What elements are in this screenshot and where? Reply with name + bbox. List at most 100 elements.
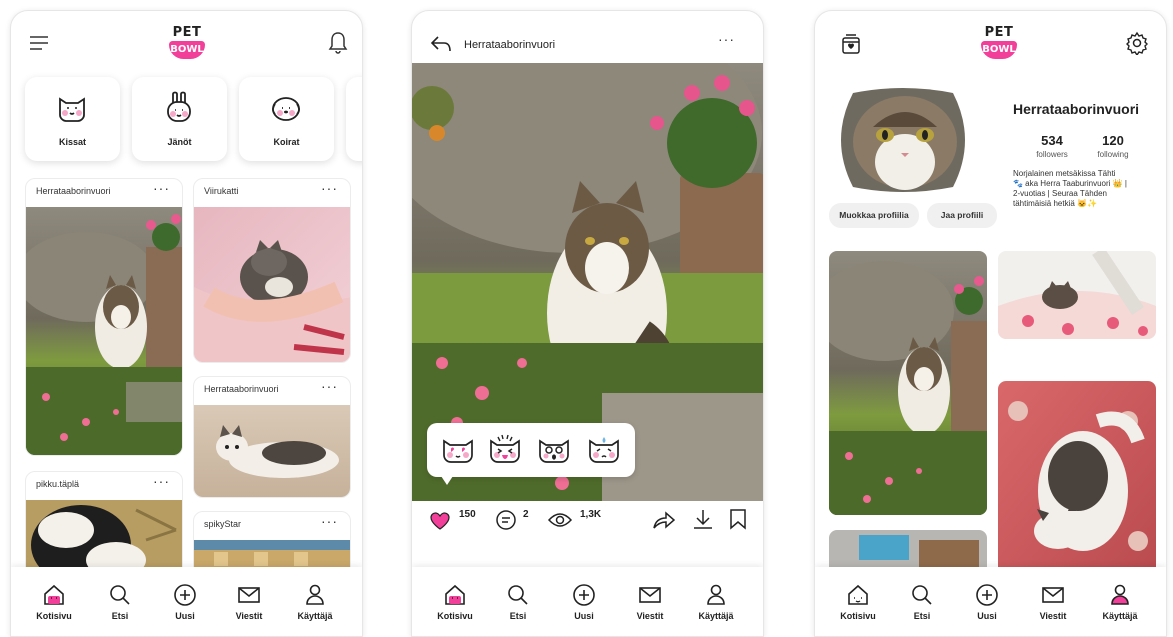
bottom-nav: Kotisivu Etsi Uusi Viestit Käyttäjä [815,567,1166,636]
sad-cat-icon[interactable] [587,433,621,465]
post-username[interactable]: Herrataaborinvuori [464,39,555,51]
post-username[interactable]: Viirukatti [204,186,238,196]
profile-screen: PET BOWL Herrataaborinvuori 534 followers… [814,10,1167,637]
following-count[interactable]: 120 [1083,133,1143,148]
nav-new[interactable]: Uusi [155,583,215,621]
edit-profile-button[interactable]: Muokkaa profiilia [829,203,919,228]
home-icon [44,584,64,605]
following-label[interactable]: following [1083,150,1143,159]
nav-label: Etsi [111,611,129,621]
nav-label: Viestit [235,611,263,621]
bio-line: tähtimäisiä hetkiä 🐱✨ [1013,199,1097,208]
settings-gear-icon[interactable] [1125,31,1149,55]
followers-label[interactable]: followers [1022,150,1082,159]
bookmark-icon[interactable] [728,508,748,530]
heart-icon[interactable] [429,511,451,531]
eye-icon [547,513,573,527]
profile-grid-photo[interactable] [998,251,1156,339]
more-options-icon[interactable]: ··· [153,180,170,196]
more-options-icon[interactable]: ··· [153,473,170,489]
bottom-nav: Kotisivu Etsi Uusi Viestit Käyttäjä [412,567,763,636]
followers-count[interactable]: 534 [1022,133,1082,148]
nav-home[interactable]: Kotisivu [24,583,84,621]
nav-search[interactable]: Etsi [90,583,150,621]
nav-label: Uusi [977,611,997,621]
view-count: 1,3K [580,509,602,520]
nav-user[interactable]: Käyttäjä [1090,583,1150,621]
feed-post[interactable]: Herrataaborinvuori ··· [25,178,183,456]
more-options-icon[interactable]: ··· [321,378,338,394]
profile-name: Herrataaborinvuori [1013,101,1140,117]
mail-icon [1042,587,1064,603]
nav-new[interactable]: Uusi [554,583,614,621]
share-profile-button[interactable]: Jaa profiili [927,203,997,228]
user-icon [707,584,725,605]
more-options-icon[interactable]: ··· [718,31,735,47]
nav-label: Käyttäjä [297,611,333,621]
profile-grid-photo[interactable] [829,251,987,515]
search-icon [508,585,528,605]
nav-new[interactable]: Uusi [957,583,1017,621]
category-more[interactable] [346,77,362,161]
nav-home[interactable]: Kotisivu [828,583,888,621]
profile-avatar[interactable] [833,87,973,193]
nav-label: Uusi [574,611,594,621]
post-username[interactable]: Herrataaborinvuori [204,384,279,394]
download-icon[interactable] [692,508,714,530]
back-arrow-icon[interactable] [430,35,452,53]
nav-search[interactable]: Etsi [892,583,952,621]
category-label: Kissat [58,137,86,147]
saved-box-icon[interactable] [841,33,861,55]
search-icon [110,585,130,605]
bio-line: 2-vuotias | Seuraa Tähden [1013,189,1107,198]
post-username[interactable]: pikku.täplä [36,479,79,489]
post-username[interactable]: spikyStar [204,519,241,529]
reaction-picker [427,423,635,485]
plus-circle-icon [976,584,998,606]
category-bunnies[interactable]: Jänöt [132,77,227,161]
dog-face-icon [272,97,300,121]
profile-grid-photo[interactable] [998,381,1156,580]
more-options-icon[interactable]: ··· [321,513,338,529]
feed-post[interactable]: pikku.täplä ··· [25,471,183,581]
search-icon [912,585,932,605]
category-cats[interactable]: Kissat [25,77,120,161]
post-photo[interactable] [194,405,350,498]
mail-icon [238,587,260,603]
home-screen: PET BOWL Kissat Jänöt Koirat Herrataabor… [10,10,363,637]
comment-icon[interactable] [495,509,517,531]
bio-line: 🐾 aka Herra Taaburinvuori 👑 | [1013,179,1127,188]
nav-label: Viestit [1039,611,1067,621]
wow-cat-icon[interactable] [537,433,571,465]
plus-circle-icon [174,584,196,606]
nav-user[interactable]: Käyttäjä [285,583,345,621]
menu-icon[interactable] [29,35,49,51]
love-cat-icon[interactable] [441,435,475,465]
nav-user[interactable]: Käyttäjä [686,583,746,621]
share-icon[interactable] [652,510,676,530]
post-username[interactable]: Herrataaborinvuori [36,186,111,196]
nav-label: Uusi [175,611,195,621]
plus-circle-icon [573,584,595,606]
post-photo[interactable] [194,207,350,362]
nav-label: Etsi [913,611,931,621]
nav-label: Kotisivu [840,611,876,621]
nav-label: Kotisivu [437,611,473,621]
post-screen: Herrataaborinvuori ··· 150 2 1,3K Kotisi… [411,10,764,637]
home-icon [445,584,465,605]
feed-post[interactable]: Viirukatti ··· [193,178,351,363]
nav-search[interactable]: Etsi [488,583,548,621]
bell-icon[interactable] [328,31,348,55]
feed-post[interactable]: Herrataaborinvuori ··· [193,376,351,498]
like-count: 150 [459,509,476,520]
nav-home[interactable]: Kotisivu [425,583,485,621]
post-photo[interactable] [26,207,182,455]
category-dogs[interactable]: Koirat [239,77,334,161]
cheer-cat-icon[interactable] [488,433,522,465]
nav-label: Käyttäjä [1102,611,1138,621]
nav-messages[interactable]: Viestit [219,583,279,621]
more-options-icon[interactable]: ··· [321,180,338,196]
nav-messages[interactable]: Viestit [620,583,680,621]
nav-messages[interactable]: Viestit [1023,583,1083,621]
cat-face-icon [59,97,85,122]
